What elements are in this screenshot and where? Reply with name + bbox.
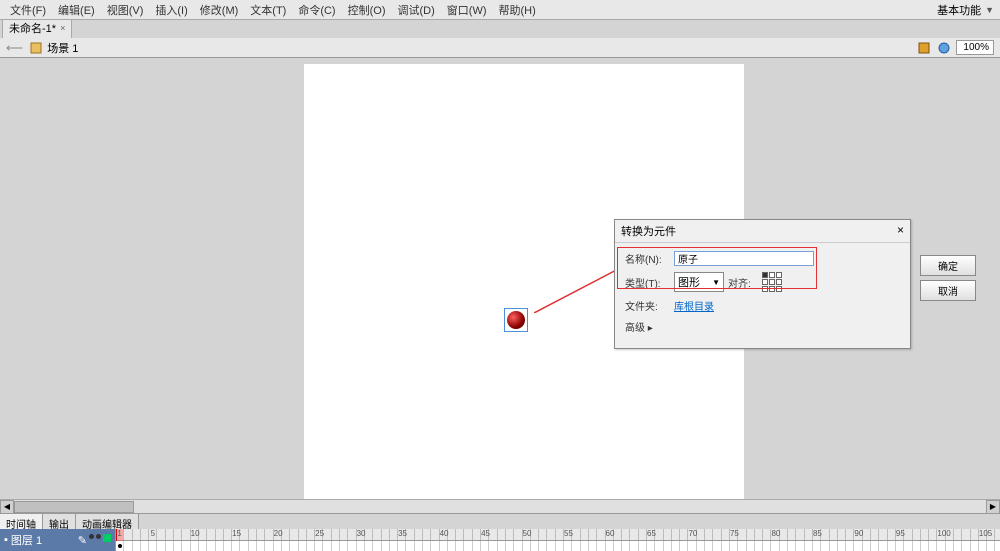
edit-symbol-icon[interactable] bbox=[936, 40, 952, 56]
layer-color-swatch[interactable] bbox=[103, 534, 111, 542]
menu-file[interactable]: 文件(F) bbox=[4, 0, 52, 20]
workspace-label[interactable]: 基本功能 bbox=[937, 2, 981, 18]
document-tabs: 未命名-1* × bbox=[0, 20, 1000, 38]
timeline-ruler[interactable]: 1510152025303540455055606570758085909510… bbox=[116, 529, 1000, 551]
menu-text[interactable]: 文本(T) bbox=[244, 0, 292, 20]
menu-edit[interactable]: 编辑(E) bbox=[52, 0, 101, 20]
ball-shape bbox=[507, 311, 525, 329]
convert-to-symbol-dialog: 转换为元件 × 名称(N): 类型(T): 图形 ▼ 对齐: bbox=[614, 219, 911, 349]
menu-view[interactable]: 视图(V) bbox=[101, 0, 150, 20]
menu-insert[interactable]: 插入(I) bbox=[149, 0, 193, 20]
back-arrow-icon[interactable]: ⟵ bbox=[6, 41, 23, 55]
visibility-toggle[interactable] bbox=[89, 534, 94, 539]
chevron-down-icon: ▼ bbox=[712, 278, 720, 287]
close-icon[interactable]: × bbox=[897, 223, 904, 239]
tab-title: 未命名-1* bbox=[9, 20, 56, 36]
layer-name: 图层 1 bbox=[11, 532, 42, 548]
layer-row[interactable]: ▪ 图层 1 ✎ bbox=[0, 529, 115, 551]
chevron-down-icon: ▼ bbox=[985, 5, 994, 15]
folder-label: 文件夹: bbox=[625, 298, 670, 313]
selected-object[interactable] bbox=[504, 308, 528, 332]
stage: 转换为元件 × 名称(N): 类型(T): 图形 ▼ 对齐: bbox=[0, 58, 1000, 513]
menu-modify[interactable]: 修改(M) bbox=[194, 0, 245, 20]
name-input[interactable] bbox=[674, 251, 814, 266]
pencil-icon[interactable]: ✎ bbox=[78, 534, 87, 547]
type-label: 类型(T): bbox=[625, 275, 670, 290]
cancel-button[interactable]: 取消 bbox=[920, 280, 976, 301]
scene-icon bbox=[29, 41, 43, 55]
scroll-thumb[interactable] bbox=[14, 501, 134, 513]
edit-scene-icon[interactable] bbox=[916, 40, 932, 56]
type-select[interactable]: 图形 ▼ bbox=[674, 272, 724, 292]
folder-link[interactable]: 库根目录 bbox=[674, 298, 714, 313]
close-icon[interactable]: × bbox=[60, 23, 65, 33]
menu-window[interactable]: 窗口(W) bbox=[441, 0, 493, 20]
timeline-tabs: 时间轴 输出 动画编辑器 bbox=[0, 513, 1000, 529]
align-label: 对齐: bbox=[728, 275, 758, 290]
timeline: ▪ 图层 1 ✎ 1510152025303540455055606570758… bbox=[0, 529, 1000, 551]
layer-icon: ▪ bbox=[4, 534, 8, 546]
menu-debug[interactable]: 调试(D) bbox=[392, 0, 441, 20]
menu-control[interactable]: 控制(O) bbox=[342, 0, 392, 20]
scroll-left-icon[interactable]: ◀ bbox=[0, 500, 14, 514]
menubar: 文件(F) 编辑(E) 视图(V) 插入(I) 修改(M) 文本(T) 命令(C… bbox=[0, 0, 1000, 20]
dialog-title-text: 转换为元件 bbox=[621, 223, 676, 239]
horizontal-scrollbar[interactable]: ◀ ▶ bbox=[0, 499, 1000, 513]
document-tab[interactable]: 未命名-1* × bbox=[2, 17, 72, 38]
zoom-level[interactable]: 100% bbox=[956, 40, 994, 55]
name-label: 名称(N): bbox=[625, 251, 670, 266]
tab-output[interactable]: 输出 bbox=[43, 514, 76, 529]
tab-motion-editor[interactable]: 动画编辑器 bbox=[76, 514, 139, 529]
registration-grid[interactable] bbox=[762, 272, 782, 292]
ok-button[interactable]: 确定 bbox=[920, 255, 976, 276]
scroll-right-icon[interactable]: ▶ bbox=[986, 500, 1000, 514]
scene-name: 场景 1 bbox=[47, 40, 78, 56]
timeline-layers: ▪ 图层 1 ✎ bbox=[0, 529, 116, 551]
menu-help[interactable]: 帮助(H) bbox=[493, 0, 542, 20]
advanced-toggle[interactable]: 高级 ▸ bbox=[625, 319, 653, 334]
menu-command[interactable]: 命令(C) bbox=[292, 0, 341, 20]
lock-toggle[interactable] bbox=[96, 534, 101, 539]
dialog-titlebar[interactable]: 转换为元件 × bbox=[615, 220, 910, 243]
scene-breadcrumb: ⟵ 场景 1 100% bbox=[0, 38, 1000, 58]
tab-timeline[interactable]: 时间轴 bbox=[0, 514, 43, 529]
